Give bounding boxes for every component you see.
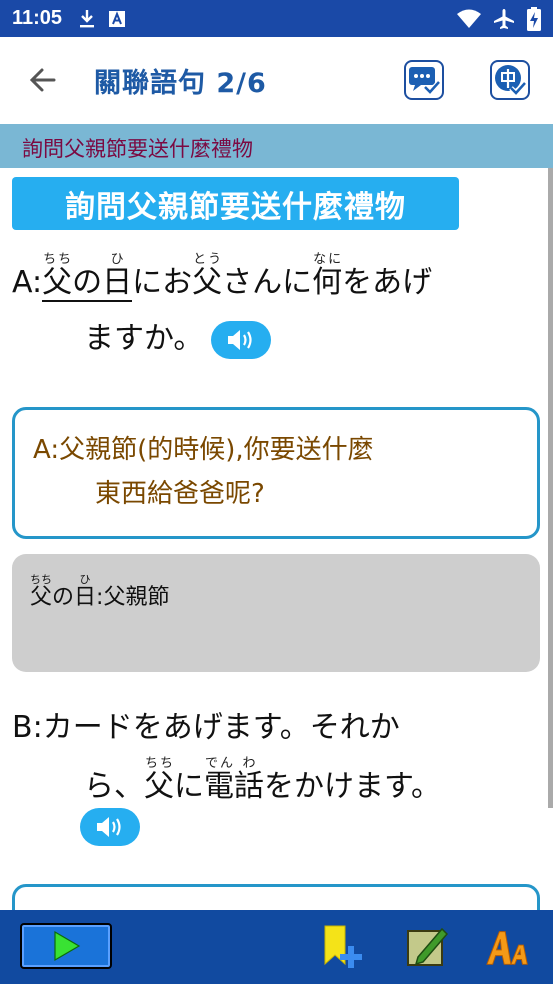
translation-line1: A:父親節(的時候),你要送什麼 (33, 435, 374, 465)
show-chinese-button[interactable] (490, 60, 530, 100)
chinese-check-icon (495, 65, 527, 97)
ruby-word: 何なに (312, 252, 343, 300)
status-right-icons (457, 6, 541, 31)
ruby-word: 父ちち (144, 756, 174, 804)
vocab-box: 父ちちの日ひ:父親節 (12, 554, 540, 672)
font-size-icon (486, 931, 528, 965)
ruby-word: 電でん (204, 756, 234, 804)
bookmark-add-button[interactable] (318, 924, 368, 970)
notes-button[interactable] (402, 924, 452, 970)
ruby-word: 日ひ (102, 252, 133, 300)
topic-strip: 詢問父親節要送什麼禮物 (0, 124, 553, 168)
status-left-icons (78, 9, 126, 29)
wifi-icon (457, 9, 481, 28)
bookmark-add-icon (324, 925, 362, 968)
show-translation-button[interactable] (404, 60, 444, 100)
play-audio-wrap-b (72, 808, 140, 846)
play-audio-button-a[interactable] (211, 320, 272, 359)
app-bar: 關聯語句 2/6 (0, 37, 553, 124)
status-bar: 11:05 (0, 0, 553, 37)
back-arrow-icon[interactable] (28, 65, 58, 95)
sentence-b-line2: ら、父ちちに電でん話わをかけます。 (84, 756, 441, 804)
translation-box-b (12, 884, 540, 910)
page-title: 關聯語句 2/6 (94, 68, 267, 99)
underlined-term[interactable]: 父ちちの日ひ (42, 252, 133, 302)
a-box-icon (109, 10, 126, 27)
sentence-content[interactable]: 詢問父親節要送什麼禮物 A:父ちちの日ひにお父とうさんに何なにをあげ ますか。 … (0, 168, 548, 910)
airplane-icon (494, 8, 514, 29)
topic-label: 詢問父親節要送什麼禮物 (22, 137, 253, 161)
font-size-button[interactable] (484, 924, 534, 970)
sentence-b: B:カードをあげます。それか ら、父ちちに電でん話わをかけます。 (12, 700, 532, 815)
play-button[interactable] (20, 923, 112, 969)
play-audio-button-b[interactable] (80, 808, 140, 846)
notes-icon (407, 927, 449, 966)
sentence-title-chip: 詢問父親節要送什麼禮物 (12, 177, 459, 230)
ruby-word: 日ひ (74, 573, 97, 610)
ruby-word: 父ちち (42, 252, 73, 300)
translation-line2: 東西給爸爸呢? (95, 479, 265, 509)
status-time: 11:05 (12, 7, 63, 29)
speaker-b: B: (12, 710, 43, 745)
sentence-a: A:父ちちの日ひにお父とうさんに何なにをあげ ますか。 (12, 252, 532, 367)
ruby-word: 父ちち (30, 573, 53, 610)
bottom-toolbar (0, 910, 553, 984)
sentence-a-line2: ますか。 (12, 311, 532, 367)
battery-charging-icon (527, 6, 541, 31)
download-icon (80, 9, 95, 27)
vocab-meaning: :父親節 (96, 585, 170, 610)
speaker-icon (97, 817, 121, 837)
speaker-a: A: (12, 265, 43, 300)
scrollbar[interactable] (548, 168, 553, 808)
play-icon (54, 930, 81, 962)
translation-box: A:父親節(的時候),你要送什麼 東西給爸爸呢? (12, 407, 540, 539)
chat-check-icon (409, 67, 441, 96)
speaker-icon (228, 329, 253, 350)
ruby-word: 父とう (192, 252, 223, 300)
ruby-word: 話わ (234, 756, 264, 804)
